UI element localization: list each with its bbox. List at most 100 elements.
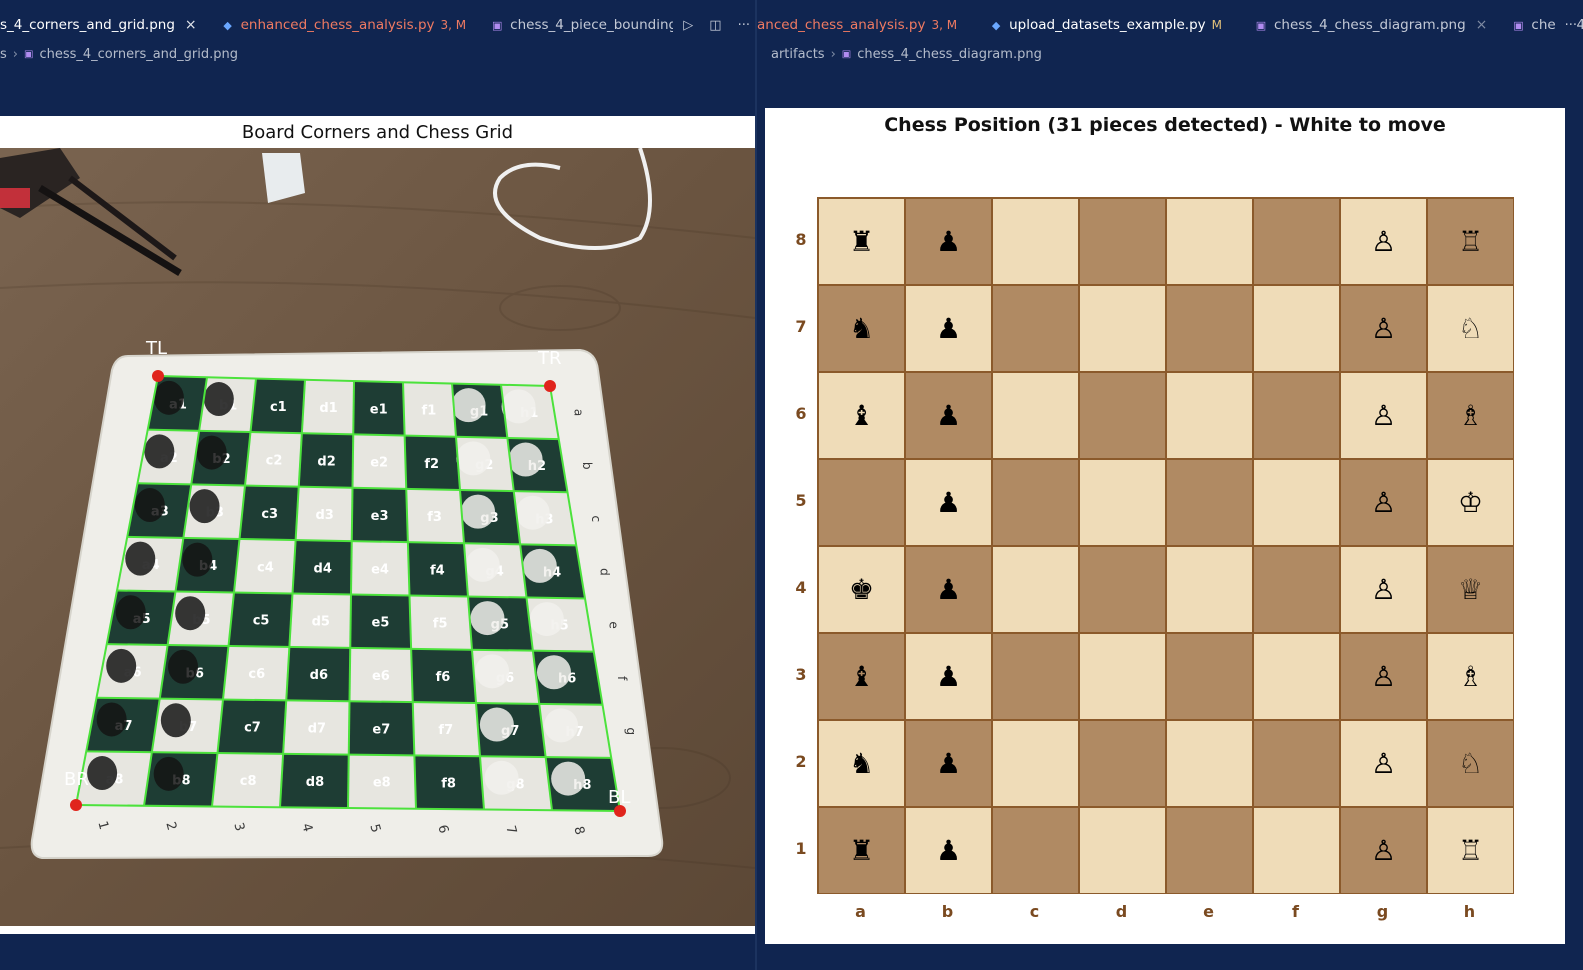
grid-square-label: e5 [372, 616, 390, 631]
chess-piece: ♟ [935, 312, 962, 345]
square-d3 [1079, 633, 1166, 720]
black-piece [87, 756, 118, 791]
close-icon[interactable]: × [185, 17, 197, 33]
white-piece [456, 441, 491, 476]
chess-piece: ♟ [935, 747, 962, 780]
grid-square-label: e8 [373, 776, 391, 791]
white-piece [551, 761, 586, 796]
grid-square-label: c4 [257, 560, 274, 575]
split-editor-icon[interactable]: ◫ [709, 18, 721, 33]
square-c4 [992, 546, 1079, 633]
white-piece [484, 760, 519, 795]
chess-piece: ♝ [848, 399, 875, 432]
grid-square-label: c1 [270, 400, 287, 415]
tab-chess-diagram[interactable]: ▣ chess_4_chess_diagram.png × [1234, 8, 1499, 42]
black-piece [153, 756, 184, 791]
white-piece [508, 442, 543, 477]
image-icon: ▣ [1255, 18, 1267, 32]
white-piece [465, 547, 500, 582]
grid-square-label: d8 [306, 775, 324, 790]
chess-piece: ♟ [935, 660, 962, 693]
black-piece [182, 542, 213, 577]
left-tab-bar: s_4_corners_and_grid.png × ◆ enhanced_ch… [0, 8, 756, 42]
chess-piece: ♚ [848, 573, 875, 606]
image-icon: ▣ [23, 48, 34, 60]
chess-piece: ♙ [1370, 399, 1397, 432]
square-e4 [1166, 546, 1253, 633]
left-tab-actions: ▷ ◫ ··· [673, 8, 750, 42]
square-g7: ♙ [1340, 285, 1427, 372]
square-h1: ♖ [1427, 807, 1514, 894]
square-d2 [1079, 720, 1166, 807]
square-b8: ♟ [905, 198, 992, 285]
black-piece [175, 596, 206, 631]
modified-badge: 3, M [931, 18, 958, 32]
square-b3: ♟ [905, 633, 992, 720]
chess-piece: ♙ [1370, 312, 1397, 345]
right-tab-bar: anced_chess_analysis.py 3, M ◆ upload_da… [757, 8, 1583, 42]
image-icon: ▣ [1513, 18, 1524, 32]
chess-piece: ♝ [848, 660, 875, 693]
modified-badge: M [1211, 18, 1222, 32]
tab-label: s_4_corners_and_grid.png [0, 17, 175, 33]
file-label: f [1292, 902, 1299, 921]
breadcrumb-folder[interactable]: s [0, 47, 7, 62]
corner-label: BR [64, 769, 89, 790]
black-piece [196, 435, 227, 470]
grid-square-label: e1 [370, 402, 388, 417]
run-icon[interactable]: ▷ [683, 18, 693, 33]
square-f2 [1253, 720, 1340, 807]
square-e5 [1166, 459, 1253, 546]
file-label: b [941, 902, 954, 921]
file-label: h [1463, 902, 1476, 921]
more-actions-icon[interactable]: ··· [738, 18, 750, 33]
grid-square-label: f7 [438, 723, 453, 738]
close-icon[interactable]: × [1476, 17, 1488, 33]
python-icon: ◆ [223, 18, 232, 32]
grid-square-label: c7 [244, 721, 261, 736]
chess-piece: ♘ [1457, 312, 1484, 345]
grid-square-label: f5 [433, 617, 448, 632]
black-piece [96, 702, 127, 737]
tab-enhanced-chess-analysis[interactable]: ◆ enhanced_chess_analysis.py 3, M [209, 8, 479, 42]
tab-corners-and-grid[interactable]: s_4_corners_and_grid.png × [0, 8, 209, 42]
square-g4: ♙ [1340, 546, 1427, 633]
tab-upload-datasets-example[interactable]: ◆ upload_datasets_example.py M [969, 8, 1234, 42]
square-e3 [1166, 633, 1253, 720]
square-a5 [818, 459, 905, 546]
square-e8 [1166, 198, 1253, 285]
file-label: g [1376, 902, 1389, 921]
black-piece [144, 434, 175, 469]
grid-square-label: c3 [261, 507, 278, 522]
more-actions-icon[interactable]: ··· [1565, 18, 1577, 33]
breadcrumb-file[interactable]: chess_4_corners_and_grid.png [39, 47, 238, 62]
breadcrumb: artifacts › ▣ chess_4_chess_diagram.png [771, 44, 1042, 64]
breadcrumb-file[interactable]: chess_4_chess_diagram.png [857, 47, 1042, 62]
square-g6: ♙ [1340, 372, 1427, 459]
rank-label: 5 [795, 491, 807, 510]
white-piece [451, 388, 486, 423]
chess-piece: ♕ [1457, 573, 1484, 606]
chess-piece: ♟ [935, 225, 962, 258]
board-photo: 12345678abcdefg a1b1c1d1e1f1g1h1a2b2c2d2… [0, 148, 755, 926]
grid-square-label: c6 [248, 667, 265, 682]
chess-piece: ♙ [1370, 573, 1397, 606]
file-label: e [1203, 902, 1214, 921]
square-c5 [992, 459, 1079, 546]
white-piece [461, 494, 496, 529]
file-label: c [1029, 902, 1040, 921]
grid-square-label: c2 [266, 453, 283, 468]
white-piece [470, 601, 505, 636]
chess-piece: ♙ [1370, 834, 1397, 867]
square-b6: ♟ [905, 372, 992, 459]
tab-enhanced-chess-analysis[interactable]: anced_chess_analysis.py 3, M [757, 8, 969, 42]
grid-square-label: f4 [430, 563, 445, 578]
breadcrumb-folder[interactable]: artifacts [771, 47, 825, 62]
square-f5 [1253, 459, 1340, 546]
square-a3: ♝ [818, 633, 905, 720]
mat-letter: c [589, 516, 603, 523]
figure-title: Board Corners and Chess Grid [241, 122, 514, 143]
square-c2 [992, 720, 1079, 807]
tab-label: anced_chess_analysis.py [757, 17, 926, 33]
square-c6 [992, 372, 1079, 459]
